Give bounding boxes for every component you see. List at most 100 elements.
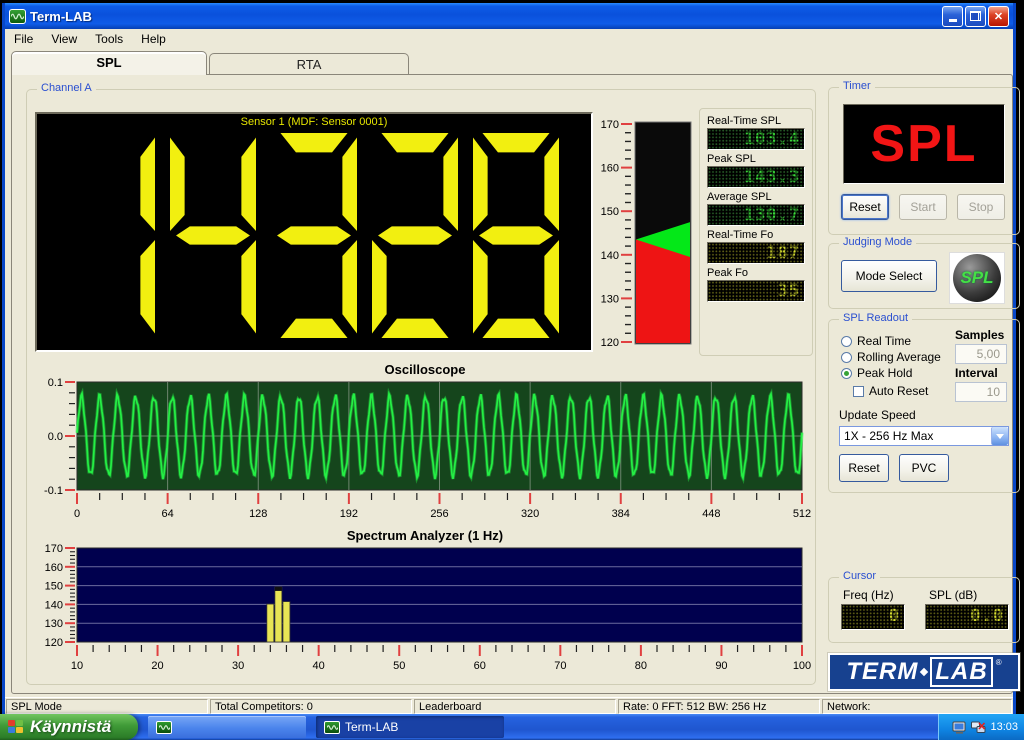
svg-text:150: 150 xyxy=(601,206,619,218)
svg-text:70: 70 xyxy=(554,660,566,672)
seven-segment-digit xyxy=(140,137,155,334)
auto-reset-checkbox[interactable]: Auto Reset xyxy=(853,384,928,398)
status-competitors: Total Competitors: 0 xyxy=(210,699,412,714)
svg-text:40: 40 xyxy=(313,660,325,672)
timer-reset-button[interactable]: Reset xyxy=(841,194,889,220)
spl-org-logo: SPL xyxy=(949,252,1005,304)
update-speed-label: Update Speed xyxy=(839,408,916,422)
radio-peak-hold[interactable]: Peak Hold xyxy=(841,366,912,380)
interval-field: 10 xyxy=(955,382,1007,402)
spectrum-svg: 120 130 140 150 160 170 10 20 30 40 50 60 70 80 90 100 xyxy=(45,543,812,672)
svg-text:128: 128 xyxy=(249,508,267,520)
network-disconnected-tray-icon[interactable] xyxy=(971,721,986,734)
desktop: Term-LAB ✕ File View Tools Help RTA SPL … xyxy=(0,0,1024,740)
svg-text:50: 50 xyxy=(393,660,405,672)
start-button[interactable]: Käynnistä xyxy=(0,714,138,740)
svg-text:64: 64 xyxy=(162,508,174,520)
readout-realtime-spl: Real-Time SPL 103.4 xyxy=(707,115,807,150)
spl-readout-label: SPL Readout xyxy=(839,312,913,324)
svg-text:-0.1: -0.1 xyxy=(44,485,63,497)
svg-text:170: 170 xyxy=(601,119,619,131)
spl-reset-button[interactable]: Reset xyxy=(839,454,889,482)
taskbar: Käynnistä Term-LAB 13:03 xyxy=(0,714,1024,740)
taskbar-item-termlab[interactable]: Term-LAB xyxy=(316,716,504,738)
channel-a-groupbox: Channel A Sensor 1 (MDF: Sensor 0001) 12… xyxy=(26,82,816,685)
status-rate: Rate: 0 FFT: 512 BW: 256 Hz xyxy=(618,699,820,714)
svg-text:120: 120 xyxy=(601,337,619,349)
realtime-spl-display: 103.4 xyxy=(707,128,805,150)
svg-text:90: 90 xyxy=(715,660,727,672)
oscilloscope-title: Oscilloscope xyxy=(384,362,466,377)
tab-rta[interactable]: RTA xyxy=(209,53,409,75)
mode-select-button[interactable]: Mode Select xyxy=(841,260,937,292)
spectrum-title: Spectrum Analyzer (1 Hz) xyxy=(346,528,504,543)
readout-peak-fo: Peak Fo 35 xyxy=(707,267,807,302)
svg-text:192: 192 xyxy=(340,508,358,520)
svg-text:160: 160 xyxy=(45,562,63,574)
minimize-button[interactable] xyxy=(942,5,963,27)
readout-panel: Real-Time SPL 103.4 Peak SPL 143.3 Avera… xyxy=(699,108,813,356)
status-network: Network: xyxy=(822,699,1012,714)
logo-diamond-icon xyxy=(920,667,929,677)
close-button[interactable]: ✕ xyxy=(988,5,1009,27)
restore-icon xyxy=(970,11,981,21)
svg-text:150: 150 xyxy=(45,581,63,593)
realtime-fo-display: 187 xyxy=(707,242,805,264)
svg-text:80: 80 xyxy=(635,660,647,672)
menubar: File View Tools Help xyxy=(5,29,1013,49)
app-window: Term-LAB ✕ File View Tools Help RTA SPL … xyxy=(2,3,1021,714)
system-tray: 13:03 xyxy=(938,714,1024,740)
samples-label: Samples xyxy=(955,328,1005,342)
pvc-button[interactable]: PVC xyxy=(899,454,949,482)
svg-text:60: 60 xyxy=(474,660,486,672)
svg-text:512: 512 xyxy=(793,508,811,520)
tab-spl[interactable]: SPL xyxy=(11,51,207,75)
menu-view[interactable]: View xyxy=(42,30,86,48)
svg-text:140: 140 xyxy=(45,599,63,611)
radio-icon xyxy=(841,351,852,363)
waveform-icon xyxy=(156,720,172,734)
spectrum-plot: 120 130 140 150 160 170 10 20 30 40 50 60 70 80 90 100 xyxy=(35,543,815,681)
seven-segment-digit xyxy=(473,133,559,338)
display-settings-tray-icon[interactable] xyxy=(952,721,967,734)
svg-text:140: 140 xyxy=(601,250,619,262)
judging-mode-groupbox: Judging Mode Mode Select SPL xyxy=(828,236,1020,309)
menu-tools[interactable]: Tools xyxy=(86,30,132,48)
window-title: Term-LAB xyxy=(30,8,92,24)
svg-text:120: 120 xyxy=(45,637,63,649)
peak-fo-display: 35 xyxy=(707,280,805,302)
svg-text:100: 100 xyxy=(793,660,811,672)
oscilloscope-svg: 0.1 0.0 -0.1 0 64 128 192 256 320 384 448 512 xyxy=(44,377,811,520)
judging-mode-label: Judging Mode xyxy=(839,236,917,248)
readout-average-spl: Average SPL 130.7 xyxy=(707,191,807,226)
channel-a-label: Channel A xyxy=(37,82,96,94)
radio-real-time[interactable]: Real Time xyxy=(841,334,911,348)
svg-text:170: 170 xyxy=(45,544,63,555)
spl-readout-buttons: Reset PVC xyxy=(839,454,949,482)
cursor-freq-display: 0 xyxy=(841,604,905,630)
update-speed-dropdown[interactable]: 1X - 256 Hz Max xyxy=(839,426,1009,446)
taskbar-clock: 13:03 xyxy=(990,721,1018,733)
peak-spl-display: 143.3 xyxy=(707,166,805,188)
checkbox-icon xyxy=(853,385,864,397)
spl-meter-svg: 120 130 140 150 160 170 xyxy=(601,119,692,349)
waveform-icon xyxy=(324,720,340,734)
chevron-down-icon[interactable] xyxy=(991,427,1008,445)
seven-segment-digits xyxy=(37,133,591,338)
svg-text:448: 448 xyxy=(702,508,720,520)
menu-help[interactable]: Help xyxy=(132,30,175,48)
radio-rolling-average[interactable]: Rolling Average xyxy=(841,350,941,364)
svg-text:20: 20 xyxy=(151,660,163,672)
spl-tab-page: Channel A Sensor 1 (MDF: Sensor 0001) 12… xyxy=(11,74,1021,694)
cursor-spl-display: 0.0 xyxy=(925,604,1009,630)
timer-groupbox: Timer SPL Reset Start Stop xyxy=(828,80,1020,235)
restore-button[interactable] xyxy=(965,5,986,27)
timer-label: Timer xyxy=(839,80,875,92)
windows-flag-icon xyxy=(8,720,24,734)
menu-file[interactable]: File xyxy=(5,30,42,48)
svg-text:130: 130 xyxy=(45,618,63,630)
svg-text:0.0: 0.0 xyxy=(48,431,63,443)
term-lab-logo: TERM LAB ® xyxy=(827,652,1021,692)
taskbar-item-secondary[interactable] xyxy=(148,716,306,738)
svg-text:0.1: 0.1 xyxy=(48,378,63,389)
